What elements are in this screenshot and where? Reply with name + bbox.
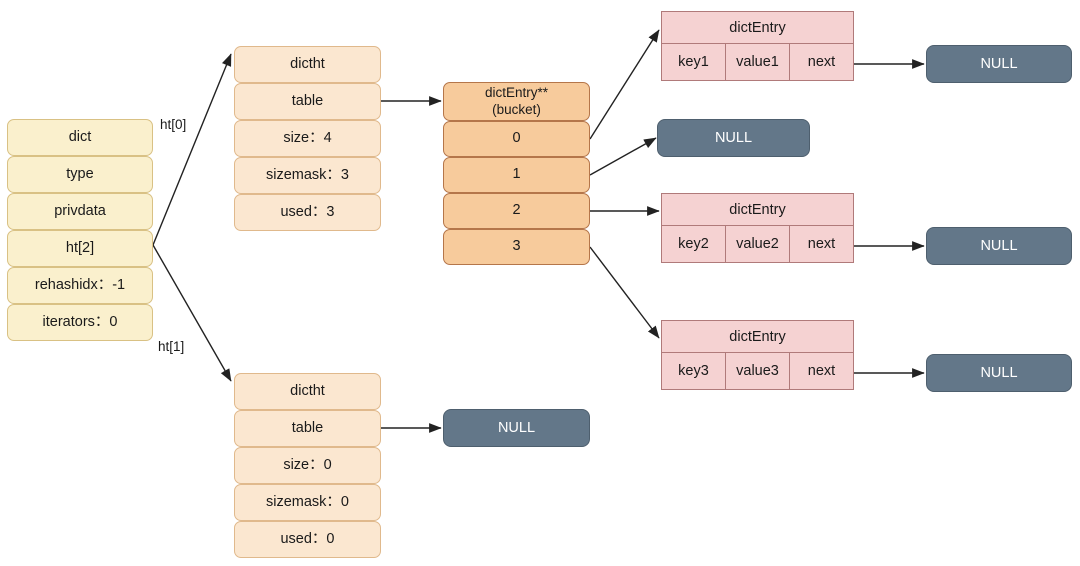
- edge-bucket3-to-entry3: [589, 246, 660, 339]
- dictentry-3: dictEntry key3 value3 next: [661, 320, 854, 390]
- edge-dict-to-dictht1: [152, 244, 232, 382]
- dictht0-row-used: used：3: [234, 194, 381, 231]
- dictht0-row-title: dictht: [234, 46, 381, 83]
- null-entry1-next: NULL: [926, 45, 1072, 83]
- edge-label-ht1: ht[1]: [158, 339, 185, 354]
- dictentry-1-next: next: [807, 54, 836, 70]
- dictht1-row-table: table: [234, 410, 381, 447]
- null-entry3-next: NULL: [926, 354, 1072, 392]
- bucket-slot-0[interactable]: 0: [443, 121, 590, 157]
- bucket-slot-1[interactable]: 1: [443, 157, 590, 193]
- dict-row-privdata: privdata: [7, 193, 153, 230]
- bucket-slot-2[interactable]: 2: [443, 193, 590, 229]
- dictht1-row-used: used：0: [234, 521, 381, 558]
- dict-record: dict type privdata ht[2] rehashidx：-1 it…: [7, 119, 153, 341]
- dictentry-1-fields: key1 value1 next: [662, 44, 853, 80]
- dictentry-1-value: value1: [726, 44, 790, 80]
- dictentry-2: dictEntry key2 value2 next: [661, 193, 854, 263]
- dict-row-ht: ht[2]: [7, 230, 153, 267]
- dictentry-3-value: value3: [726, 353, 790, 389]
- dictht1-row-size: size：0: [234, 447, 381, 484]
- dict-row-iterators: iterators：0: [7, 304, 153, 341]
- dictentry-3-fields: key3 value3 next: [662, 353, 853, 389]
- dictentry-1-header: dictEntry: [662, 12, 853, 44]
- bucket-header: dictEntry** (bucket): [443, 82, 590, 121]
- edge-bucket1-to-null: [589, 137, 657, 176]
- dictentry-3-header: dictEntry: [662, 321, 853, 353]
- dictht1-row-title: dictht: [234, 373, 381, 410]
- null-entry2-next: NULL: [926, 227, 1072, 265]
- bucket-slot-3[interactable]: 3: [443, 229, 590, 265]
- dictht0-row-size: size：4: [234, 120, 381, 157]
- dictht0-row-sizemask: sizemask：3: [234, 157, 381, 194]
- dictht0-row-table: table: [234, 83, 381, 120]
- dictentry-2-next: next: [807, 236, 836, 252]
- dictentry-2-header: dictEntry: [662, 194, 853, 226]
- dictentry-2-value: value2: [726, 226, 790, 262]
- bucket-array: dictEntry** (bucket) 0 1 2 3: [443, 82, 590, 265]
- dict-row-dict: dict: [7, 119, 153, 156]
- bucket-header-line2: (bucket): [492, 101, 541, 117]
- edge-bucket0-to-entry1: [589, 29, 660, 140]
- dictentry-2-key: key2: [662, 226, 726, 262]
- dictht0-record: dictht table size：4 sizemask：3 used：3: [234, 46, 381, 231]
- null-bucket1: NULL: [657, 119, 810, 157]
- dictentry-2-fields: key2 value2 next: [662, 226, 853, 262]
- dictentry-3-key: key3: [662, 353, 726, 389]
- edge-label-ht0: ht[0]: [160, 117, 187, 132]
- dictentry-1-key: key1: [662, 44, 726, 80]
- dictentry-3-next: next: [807, 363, 836, 379]
- edge-dict-to-dictht0: [152, 53, 232, 246]
- null-dictht1-table: NULL: [443, 409, 590, 447]
- dict-row-rehashidx: rehashidx：-1: [7, 267, 153, 304]
- dictht1-row-sizemask: sizemask：0: [234, 484, 381, 521]
- dictht1-record: dictht table size：0 sizemask：0 used：0: [234, 373, 381, 558]
- dictentry-1: dictEntry key1 value1 next: [661, 11, 854, 81]
- dict-row-type: type: [7, 156, 153, 193]
- diagram-canvas: dict type privdata ht[2] rehashidx：-1 it…: [0, 0, 1080, 566]
- bucket-header-line1: dictEntry**: [484, 85, 549, 101]
